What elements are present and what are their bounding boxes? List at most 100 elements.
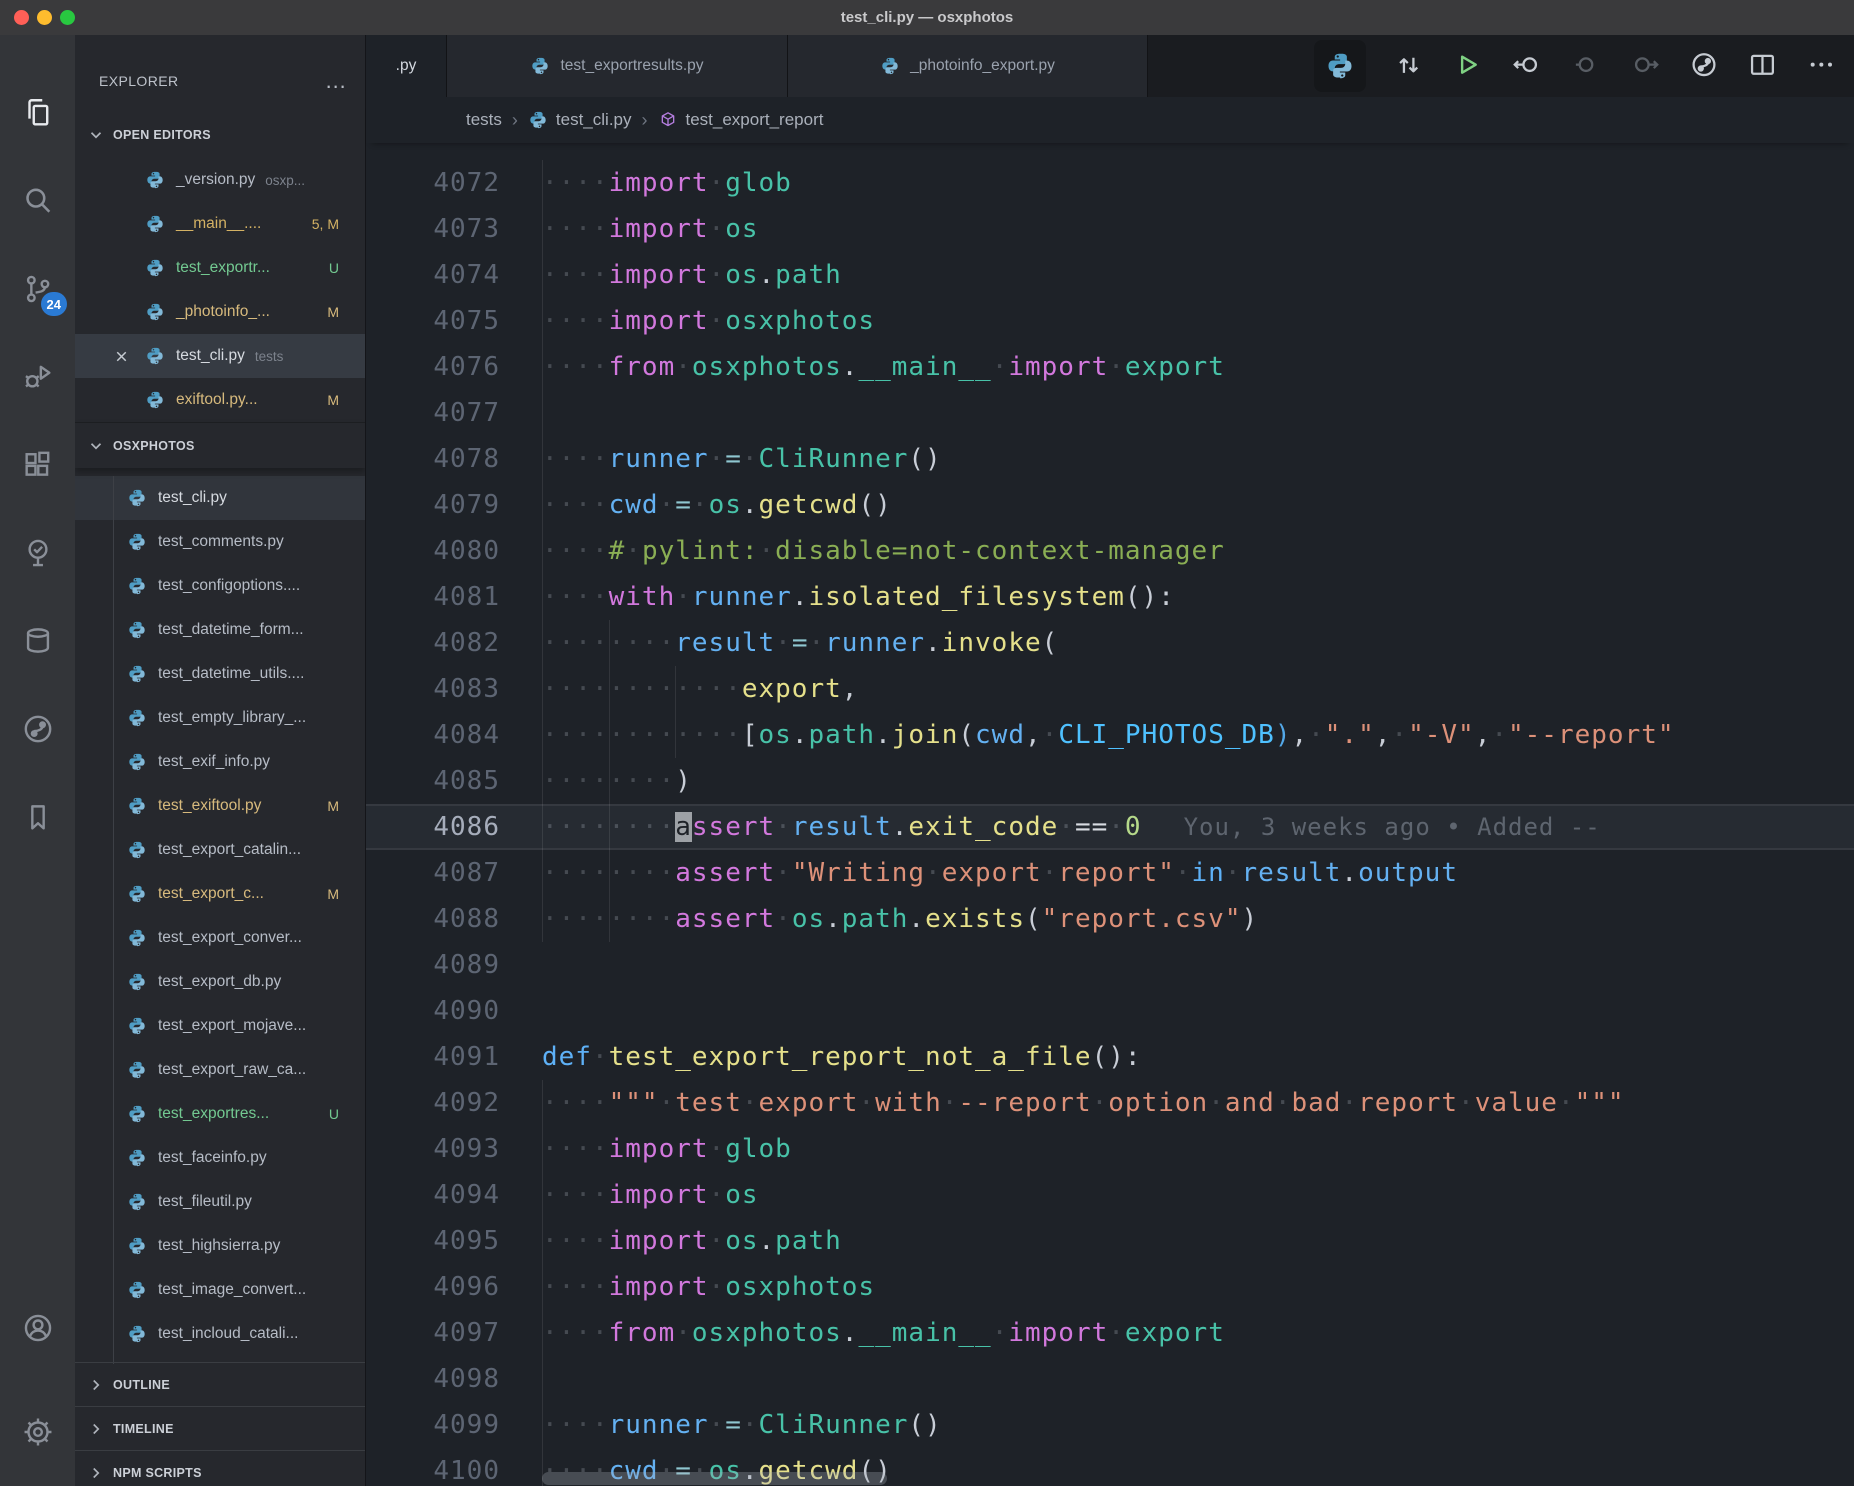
sidebar-section-npm-scripts[interactable]: NPM SCRIPTS	[75, 1450, 365, 1486]
tree-item[interactable]: test_cli.py	[75, 476, 365, 520]
open-editor-item[interactable]: exiftool.py...M	[75, 378, 365, 422]
sidebar-section-timeline[interactable]: TIMELINE	[75, 1406, 365, 1450]
activity-item-test-explorer[interactable]	[0, 515, 75, 590]
line-content: ····import·glob	[542, 160, 792, 206]
code-line: 4090	[366, 988, 1854, 1034]
section-label: OUTLINE	[113, 1378, 170, 1392]
python-file-icon	[127, 1016, 147, 1036]
git-status-badge: M	[327, 304, 339, 320]
close-window-button[interactable]	[14, 10, 29, 25]
tree-item[interactable]: test_exportres...U	[75, 1092, 365, 1136]
line-number: 4088	[366, 896, 500, 942]
tree-item[interactable]: test_incloud_catali...	[75, 1312, 365, 1356]
tree-item[interactable]: test_export_db.py	[75, 960, 365, 1004]
tree-item[interactable]: test_comments.py	[75, 520, 365, 564]
open-editor-item[interactable]: __main__....5, M	[75, 202, 365, 246]
tree-item[interactable]: test_export_raw_ca...	[75, 1048, 365, 1092]
git-status-badge: 5, M	[312, 216, 339, 232]
line-content: ············[os.path.join(cwd,·CLI_PHOTO…	[542, 712, 1675, 758]
file-name: test_exportres...	[158, 1105, 269, 1123]
project-section-header[interactable]: OSXPHOTOS	[75, 422, 365, 468]
python-logo-button[interactable]	[1314, 40, 1366, 92]
line-number: 4095	[366, 1218, 500, 1264]
line-content: ····#·pylint:·disable=not-context-manage…	[542, 528, 1225, 574]
code-line: 4080····#·pylint:·disable=not-context-ma…	[366, 528, 1854, 574]
tree-item[interactable]: test_export_c...M	[75, 872, 365, 916]
step-forward-button[interactable]	[1629, 50, 1661, 82]
tab-photoinfo-export[interactable]: _photoinfo_export.py	[788, 35, 1148, 97]
python-file-icon	[127, 1236, 147, 1256]
tree-item[interactable]: test_export_catalin...	[75, 828, 365, 872]
code-line: 4074····import·os.path	[366, 252, 1854, 298]
tab-test-cli-partial[interactable]: .py	[366, 35, 447, 97]
activity-item-explorer[interactable]	[0, 75, 75, 150]
tree-item[interactable]: test_fileutil.py	[75, 1180, 365, 1224]
code-line: 4083············export,	[366, 666, 1854, 712]
activity-item-extensions[interactable]	[0, 427, 75, 502]
line-number: 4096	[366, 1264, 500, 1310]
tree-item[interactable]: test_empty_library_...	[75, 696, 365, 740]
open-editor-item[interactable]: _version.pyosxp...	[75, 158, 365, 202]
breadcrumb-item[interactable]: test_export_report	[658, 110, 824, 130]
tree-item[interactable]: test_image_convert...	[75, 1268, 365, 1312]
explorer-icon	[21, 96, 55, 130]
tree-item[interactable]: test_exiftool.pyM	[75, 784, 365, 828]
symbol-cube-icon	[658, 110, 678, 130]
breadcrumb-item[interactable]: test_cli.py	[528, 110, 632, 130]
activity-item-account[interactable]	[0, 1290, 75, 1365]
git-blame-annotation: You, 3 weeks ago • Added --	[1184, 813, 1601, 841]
code-line: 4098	[366, 1356, 1854, 1402]
step-dot-button[interactable]	[1570, 50, 1602, 82]
line-content: ········)	[542, 758, 692, 804]
run-python-file-button[interactable]	[1452, 50, 1484, 82]
activity-item-search[interactable]	[0, 163, 75, 238]
activity-item-run-and-debug[interactable]	[0, 339, 75, 414]
compare-changes-button[interactable]	[1393, 50, 1425, 82]
activity-item-source-control[interactable]: 24	[0, 251, 75, 326]
indent-guide	[542, 1080, 543, 1486]
activity-item-gitlens[interactable]	[0, 691, 75, 766]
window-controls	[14, 10, 75, 25]
file-name: test_datetime_utils....	[158, 665, 304, 683]
step-back-button[interactable]	[1511, 50, 1543, 82]
open-editors-section-header[interactable]: OPEN EDITORS	[75, 112, 365, 158]
tree-item[interactable]: test_export_conver...	[75, 916, 365, 960]
tree-item[interactable]: test_highsierra.py	[75, 1224, 365, 1268]
git-status-badge: M	[327, 886, 339, 902]
file-name: test_comments.py	[158, 533, 284, 551]
gitlens-graph-button[interactable]	[1688, 50, 1720, 82]
tree-item[interactable]: test_configoptions....	[75, 564, 365, 608]
more-actions-button[interactable]	[1806, 50, 1838, 82]
line-content: ········assert·result.exit_code·==·0You,…	[542, 804, 1601, 850]
minimize-window-button[interactable]	[37, 10, 52, 25]
tree-item[interactable]: test_export_mojave...	[75, 1004, 365, 1048]
tree-item[interactable]: test_faceinfo.py	[75, 1136, 365, 1180]
open-editor-item[interactable]: test_exportr...U	[75, 246, 365, 290]
python-file-icon	[127, 1324, 147, 1344]
close-icon[interactable]	[113, 348, 130, 365]
run-and-debug-icon	[21, 360, 55, 394]
open-editor-item[interactable]: _photoinfo_...M	[75, 290, 365, 334]
sidebar-section-outline[interactable]: OUTLINE	[75, 1362, 365, 1406]
line-content: ····from·osxphotos.__main__·import·expor…	[542, 1310, 1225, 1356]
split-editor-button[interactable]	[1747, 50, 1779, 82]
activity-item-settings[interactable]	[0, 1394, 75, 1469]
line-number: 4097	[366, 1310, 500, 1356]
line-number: 4094	[366, 1172, 500, 1218]
line-content: ····runner·=·CliRunner()	[542, 436, 942, 482]
tree-item[interactable]: test_exif_info.py	[75, 740, 365, 784]
open-editor-item[interactable]: test_cli.pytests	[75, 334, 365, 378]
tree-item[interactable]: test_datetime_utils....	[75, 652, 365, 696]
breadcrumb-label: tests	[466, 110, 502, 130]
zoom-window-button[interactable]	[60, 10, 75, 25]
code-editor[interactable]: 4072····import·glob4073····import·os4074…	[366, 143, 1854, 1486]
activity-item-bookmarks[interactable]	[0, 779, 75, 854]
line-content: ····runner·=·CliRunner()	[542, 1402, 942, 1448]
activity-item-database[interactable]	[0, 603, 75, 678]
tab-test-exportresults[interactable]: test_exportresults.py	[447, 35, 788, 97]
horizontal-scrollbar-thumb[interactable]	[542, 1472, 887, 1485]
python-file-icon	[145, 390, 165, 410]
tree-item[interactable]: test_datetime_form...	[75, 608, 365, 652]
breadcrumb-item[interactable]: tests	[466, 110, 502, 130]
sidebar-more-actions-button[interactable]: …	[325, 76, 347, 86]
